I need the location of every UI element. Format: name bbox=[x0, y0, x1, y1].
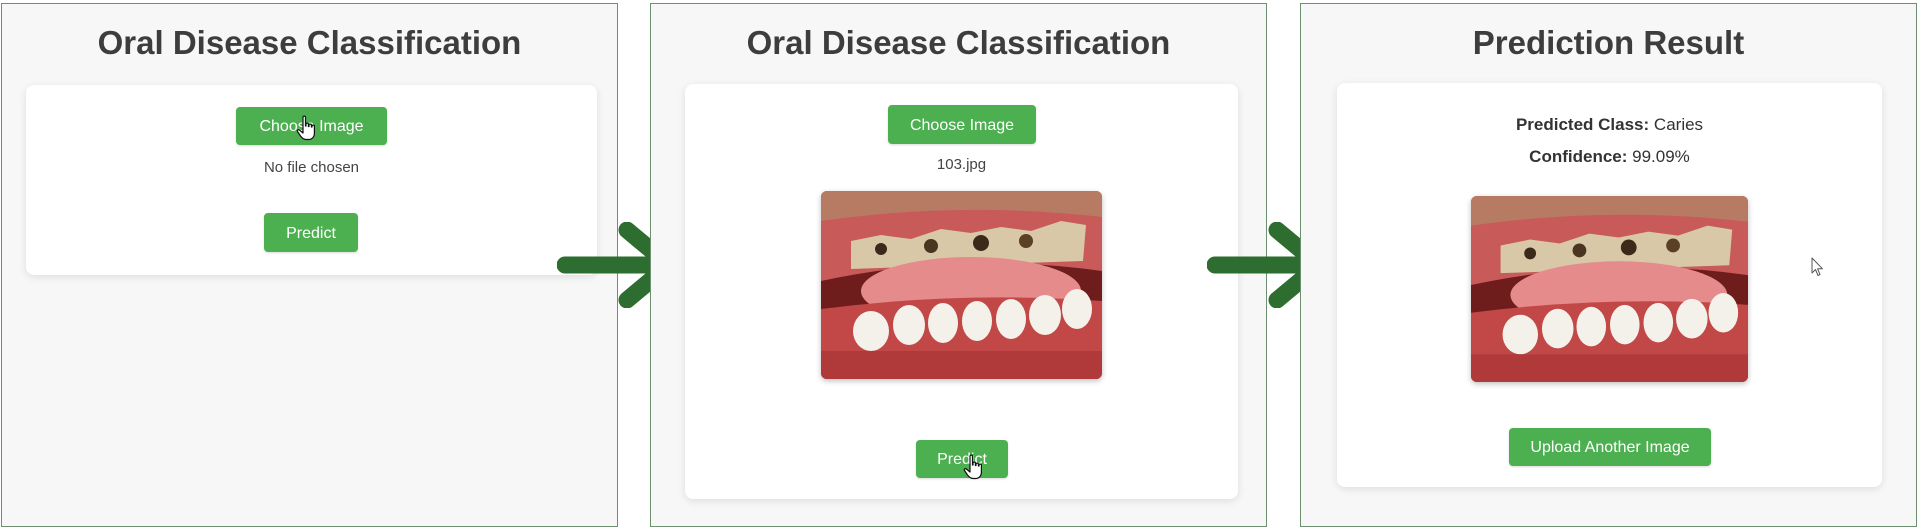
confidence-line: Confidence: 99.09% bbox=[1337, 147, 1882, 167]
panel-upload-selected: Oral Disease Classification Choose Image… bbox=[650, 3, 1267, 527]
predicted-class-line: Predicted Class: Caries bbox=[1337, 115, 1882, 135]
file-name-text: 103.jpg bbox=[936, 156, 987, 173]
upload-card: Choose Image No file chosen Predict bbox=[26, 85, 597, 275]
predicted-class-value: Caries bbox=[1653, 115, 1704, 134]
choose-image-button[interactable]: Choose Image bbox=[888, 105, 1036, 144]
oral-photo-icon bbox=[1471, 196, 1748, 382]
result-image bbox=[1471, 196, 1748, 382]
predict-button[interactable]: Predict bbox=[916, 440, 1008, 478]
upload-another-button[interactable]: Upload Another Image bbox=[1509, 428, 1711, 466]
oral-photo-icon bbox=[821, 191, 1102, 379]
panel-prediction-result: Prediction Result Predicted Class: Carie… bbox=[1300, 3, 1917, 527]
panel-upload-empty: Oral Disease Classification Choose Image… bbox=[1, 3, 618, 527]
upload-card: Choose Image 103.jpg Predict bbox=[685, 84, 1238, 499]
predicted-class-label: Predicted Class: bbox=[1515, 115, 1650, 134]
predict-button[interactable]: Predict bbox=[264, 213, 358, 252]
result-card: Predicted Class: Caries Confidence: 99.0… bbox=[1337, 83, 1882, 487]
page-title: Oral Disease Classification bbox=[97, 24, 522, 61]
workflow-stage: Oral Disease Classification Choose Image… bbox=[0, 0, 1920, 531]
page-title: Prediction Result bbox=[1472, 24, 1745, 61]
confidence-value: 99.09% bbox=[1632, 147, 1690, 166]
uploaded-image bbox=[821, 191, 1102, 379]
confidence-label: Confidence: bbox=[1529, 147, 1628, 166]
page-title: Oral Disease Classification bbox=[746, 24, 1171, 61]
file-status-text: No file chosen bbox=[263, 159, 360, 176]
choose-image-button[interactable]: Choose Image bbox=[236, 107, 387, 145]
